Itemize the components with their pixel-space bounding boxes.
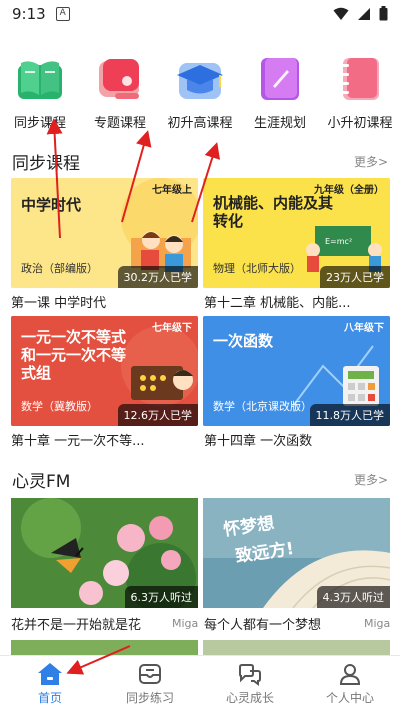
course-caption[interactable]: 第十章 一元一次不等...	[11, 430, 145, 449]
bottom-nav: 首页 同步练习 心灵成长 个人中心	[0, 655, 400, 710]
nav-profile[interactable]: 个人中心	[300, 656, 400, 710]
section-title: 同步课程	[12, 153, 80, 174]
home-icon	[38, 663, 62, 685]
nav-home[interactable]: 首页	[0, 656, 100, 710]
status-bar: 9:13 A	[0, 0, 400, 28]
course-subject: 政治（部编版）	[21, 262, 98, 275]
course-caption[interactable]: 第一课 中学时代	[11, 292, 106, 311]
course-caption[interactable]: 第十四章 一次函数	[204, 430, 312, 449]
category-row: 同步课程 专题课程 初升高课程 生涯规划 小升初课程	[0, 48, 400, 134]
graduation-cap-icon	[175, 54, 225, 104]
learners-badge: 11.8万人已学	[309, 404, 390, 426]
person-icon	[339, 664, 361, 685]
fm-caption[interactable]: 每个人都有一个梦想	[204, 614, 321, 633]
course-title: 一元一次不等式和一元一次不等式组	[21, 328, 127, 382]
category-high-school-course[interactable]: 初升高课程	[160, 48, 240, 134]
red-tag-icon	[95, 54, 145, 104]
nav-label: 心灵成长	[225, 691, 274, 705]
course-card[interactable]: 七年级下 一元一次不等式和一元一次不等式组 数学（冀教版） 12.6万人已学	[11, 316, 198, 426]
course-title: 机械能、内能及其转化	[213, 194, 334, 230]
category-label: 专题课程	[93, 116, 146, 131]
listens-badge: 6.3万人听过	[124, 586, 198, 608]
nav-label: 首页	[37, 691, 62, 705]
fm-card[interactable]: 6.3万人听过	[11, 498, 198, 608]
category-label: 同步课程	[13, 116, 66, 131]
course-subject: 数学（冀教版）	[21, 400, 98, 413]
status-icons	[333, 6, 388, 21]
sync-course-header: 同步课程 更多>	[12, 148, 388, 174]
listens-badge: 4.3万人听过	[316, 586, 390, 608]
practice-icon	[139, 664, 161, 684]
growth-icon	[239, 664, 261, 686]
category-label: 初升高课程	[167, 116, 233, 131]
status-time: 9:13	[12, 5, 46, 23]
course-subject: 数学（北京课改版）	[213, 400, 312, 413]
learners-badge: 12.6万人已学	[117, 404, 198, 426]
fm-author: Miga	[364, 617, 391, 630]
grade-badge: 八年级下	[344, 323, 384, 334]
course-title: 一次函数	[213, 332, 274, 350]
fm-card-partial[interactable]	[203, 640, 390, 655]
nav-label: 个人中心	[325, 691, 374, 705]
course-title: 中学时代	[21, 196, 82, 214]
fm-card-partial[interactable]	[11, 640, 198, 655]
learners-badge: 30.2万人已学	[117, 266, 198, 288]
nav-label: 同步练习	[125, 691, 174, 705]
purple-notebook-icon	[255, 54, 305, 104]
green-book-icon	[15, 54, 65, 104]
grade-badge: 七年级下	[152, 323, 192, 334]
pink-notebook-icon	[335, 54, 385, 104]
nav-practice[interactable]: 同步练习	[100, 656, 200, 710]
course-card[interactable]: 七年级上 中学时代 政治（部编版） 30.2万人已学	[11, 178, 198, 288]
battery-icon	[379, 6, 388, 21]
course-caption[interactable]: 第十二章 机械能、内能...	[204, 292, 351, 311]
category-junior-high-course[interactable]: 小升初课程	[320, 48, 400, 134]
section-title: 心灵FM	[12, 471, 71, 492]
svg-text:E=mc²: E=mc²	[325, 237, 352, 246]
fm-card[interactable]: 怀梦想 致远方! 4.3万人听过	[203, 498, 390, 608]
grade-badge: 七年级上	[152, 185, 192, 196]
wifi-icon	[333, 7, 349, 20]
nav-growth[interactable]: 心灵成长	[200, 656, 300, 710]
fm-author: Miga	[172, 617, 199, 630]
more-link[interactable]: 更多>	[354, 471, 388, 488]
course-card[interactable]: E=mc² 九年级（全册） 机械能、内能及其转化 物理（北师大版） 23万人已学	[203, 178, 390, 288]
category-label: 生涯规划	[253, 116, 306, 131]
learners-badge: 23万人已学	[320, 266, 390, 288]
category-label: 小升初课程	[327, 116, 393, 131]
signal-icon	[358, 7, 370, 20]
notification-icon: A	[55, 7, 70, 21]
category-career-planning[interactable]: 生涯规划	[240, 48, 320, 134]
more-link[interactable]: 更多>	[354, 153, 388, 170]
fm-header: 心灵FM 更多>	[12, 466, 388, 492]
fm-caption[interactable]: 花并不是一开始就是花	[11, 614, 141, 633]
course-card[interactable]: 八年级下 一次函数 数学（北京课改版） 11.8万人已学	[203, 316, 390, 426]
category-topic-course[interactable]: 专题课程	[80, 48, 160, 134]
course-subject: 物理（北师大版）	[213, 262, 301, 275]
category-sync-course[interactable]: 同步课程	[0, 48, 80, 134]
